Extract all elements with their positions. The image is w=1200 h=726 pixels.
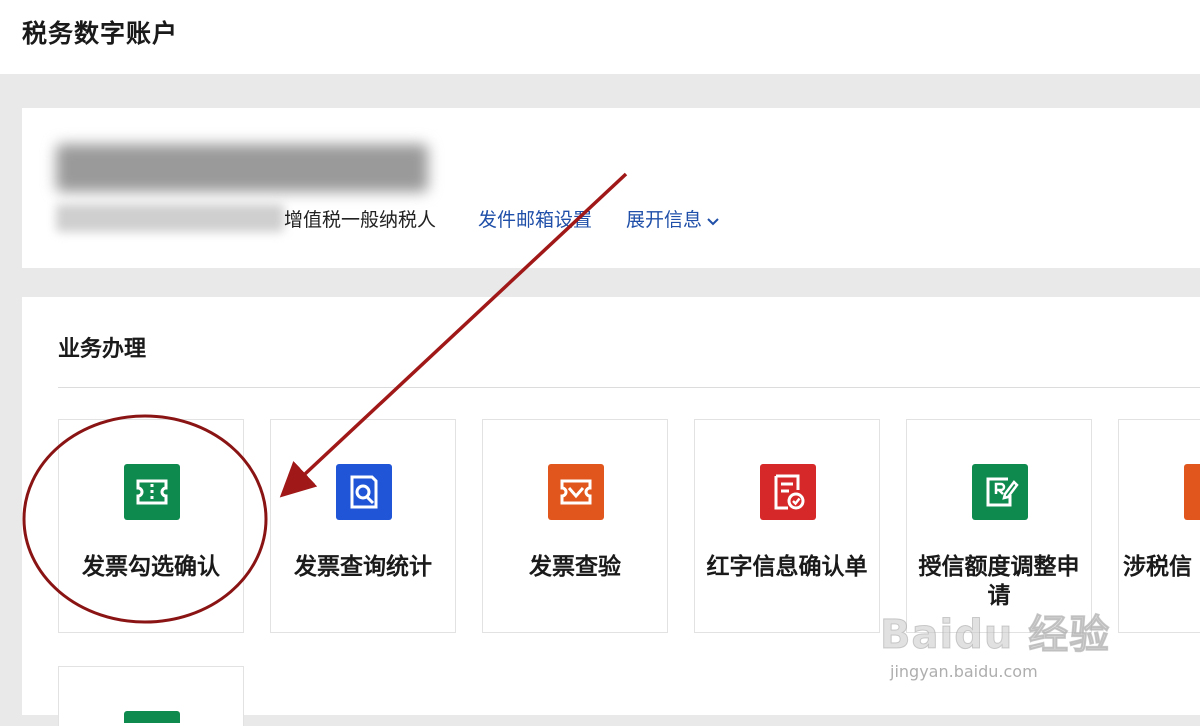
section-title: 业务办理	[58, 337, 147, 362]
green-partial-icon	[124, 711, 180, 723]
document-check-icon	[760, 464, 816, 520]
ticket-icon	[124, 464, 180, 520]
tile-invoice-query[interactable]: 发票查询统计	[270, 419, 456, 633]
expand-info-link[interactable]: 展开信息	[626, 205, 720, 232]
redacted-company-name	[56, 144, 428, 192]
account-info-card: 增值税一般纳税人 发件邮箱设置 展开信息	[22, 108, 1200, 268]
search-document-icon	[336, 464, 392, 520]
tile-invoice-selection[interactable]: 发票勾选确认	[58, 419, 244, 633]
page-title: 税务数字账户	[22, 19, 179, 48]
edit-document-icon	[972, 464, 1028, 520]
tile-tax-related[interactable]: 涉税信	[1118, 419, 1200, 633]
business-panel: 业务办理 发票勾选确认 发票查询统计 发票查验 红字信息确认单 授信额度调整申请	[22, 297, 1200, 726]
taxpayer-type-label: 增值税一般纳税人	[284, 209, 437, 231]
tile-label: 发票勾选确认	[82, 554, 220, 580]
section-divider	[58, 387, 1200, 388]
tile-label: 涉税信	[1123, 554, 1192, 580]
tile-label: 发票查询统计	[294, 554, 432, 580]
tile-label: 发票查验	[529, 554, 621, 580]
tile-red-letter-confirm[interactable]: 红字信息确认单	[694, 419, 880, 633]
mail-settings-link[interactable]: 发件邮箱设置	[478, 205, 592, 232]
tile-credit-adjust[interactable]: 授信额度调整申请	[906, 419, 1092, 633]
expand-info-label: 展开信息	[626, 209, 703, 231]
tile-label: 授信额度调整申请	[918, 554, 1080, 609]
tile-second-row[interactable]	[58, 666, 244, 726]
redacted-tax-id	[56, 204, 284, 232]
ticket-check-icon	[548, 464, 604, 520]
tile-label: 红字信息确认单	[706, 554, 868, 580]
chevron-down-icon	[706, 210, 720, 232]
orange-service-icon	[1184, 464, 1200, 520]
tile-invoice-verify[interactable]: 发票查验	[482, 419, 668, 633]
top-header: 税务数字账户	[0, 0, 1200, 74]
